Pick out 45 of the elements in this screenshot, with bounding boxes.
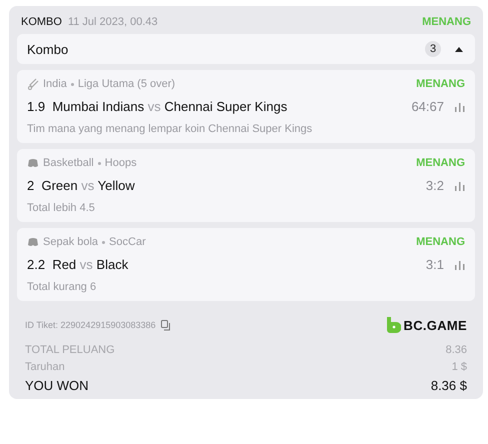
market-selection: Total lebih 4.5 [27, 202, 96, 214]
combo-title: Kombo [27, 42, 68, 56]
stats-icon [454, 180, 465, 190]
selection-status: MENANG [416, 236, 465, 248]
separator-dot-icon [102, 240, 106, 244]
separator-dot-icon [70, 82, 74, 86]
match-line: 1.9 Mumbai Indians vs Chennai Super Kings [27, 99, 288, 114]
bet-status: MENANG [422, 16, 471, 28]
ticket-id: ID Tiket: 2290242915903083386 [25, 320, 156, 330]
market-selection: Tim mana yang menang lempar koin Chennai Super Kings [27, 123, 314, 135]
summary-label: TOTAL PELUANG [25, 344, 115, 356]
sport-name: Sepak bola [43, 236, 98, 248]
stats-icon [454, 102, 465, 112]
copy-button[interactable] [160, 320, 171, 330]
match-line: 2.2 Red vs Black [27, 257, 128, 272]
bet-date: 11 Jul 2023, 00.43 [68, 16, 158, 28]
caret-up-icon [455, 46, 463, 52]
summary-value: 1 $ [452, 361, 467, 373]
league-name: SocCar [109, 236, 146, 248]
brand-name: BC.GAME [404, 318, 467, 332]
summary-label: Taruhan [25, 361, 65, 373]
selection-status: MENANG [416, 157, 465, 169]
summary-label: YOU WON [25, 378, 89, 393]
separator-dot-icon [98, 162, 101, 164]
summary-value: 8.36 $ [430, 378, 467, 393]
stats-button[interactable] [454, 102, 465, 112]
match-score: 64:67 [411, 99, 444, 114]
bet-type: KOMBO [21, 16, 62, 28]
match-score: 3:1 [426, 257, 444, 272]
summary-value: 8.36 [446, 344, 467, 356]
selection-count: 3 [425, 41, 441, 57]
match-line: 2 Green vs Yellow [27, 178, 135, 193]
copy-icon [160, 320, 171, 330]
stats-icon [454, 260, 465, 270]
stats-button[interactable] [454, 180, 465, 190]
match-score: 3:2 [426, 178, 444, 193]
bat-ball-icon [27, 78, 39, 90]
stats-button[interactable] [454, 260, 465, 270]
league-name: Hoops [104, 157, 137, 169]
sport-name: India [43, 78, 67, 90]
sport-name: Basketball [43, 157, 94, 169]
selection-status: MENANG [416, 78, 465, 90]
logo-icon [386, 317, 400, 333]
league-name: Liga Utama (5 over) [78, 78, 176, 90]
market-selection: Total kurang 6 [27, 281, 98, 293]
